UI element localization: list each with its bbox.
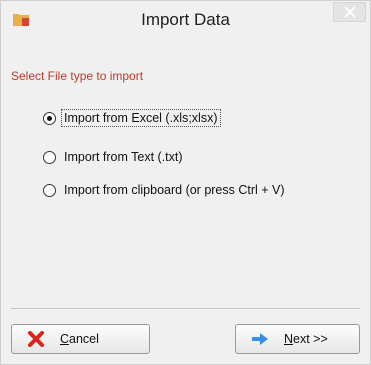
title-bar: Import Data bbox=[1, 1, 370, 39]
close-icon bbox=[343, 6, 356, 18]
radio-label: Import from Excel (.xls;xlsx) bbox=[61, 109, 221, 127]
radio-button[interactable] bbox=[43, 150, 56, 164]
next-label: ext >> bbox=[293, 332, 328, 346]
separator bbox=[11, 308, 360, 309]
close-button[interactable] bbox=[333, 2, 366, 22]
blue-arrow-icon bbox=[252, 333, 268, 345]
radio-label: Import from Text (.txt) bbox=[64, 150, 183, 164]
radio-import-excel[interactable]: Import from Excel (.xls;xlsx) bbox=[43, 109, 221, 127]
prompt-label: Select File type to import bbox=[11, 69, 144, 83]
content-panel: Select File type to import Import from E… bbox=[1, 39, 370, 306]
red-x-icon bbox=[28, 331, 44, 347]
radio-import-clipboard[interactable]: Import from clipboard (or press Ctrl + V… bbox=[43, 181, 288, 199]
next-mnemonic: N bbox=[284, 332, 294, 346]
cancel-label: ancel bbox=[69, 332, 99, 346]
next-button[interactable]: Next >> bbox=[235, 324, 360, 354]
import-data-dialog: Import Data Select File type to import I… bbox=[0, 0, 371, 365]
radio-button[interactable] bbox=[43, 183, 56, 197]
radio-button[interactable] bbox=[43, 111, 56, 125]
window-title: Import Data bbox=[141, 10, 230, 29]
radio-import-text[interactable]: Import from Text (.txt) bbox=[43, 148, 186, 166]
radio-label: Import from clipboard (or press Ctrl + V… bbox=[64, 183, 285, 197]
cancel-mnemonic: C bbox=[60, 332, 70, 346]
cancel-button[interactable]: Cancel bbox=[11, 324, 150, 354]
